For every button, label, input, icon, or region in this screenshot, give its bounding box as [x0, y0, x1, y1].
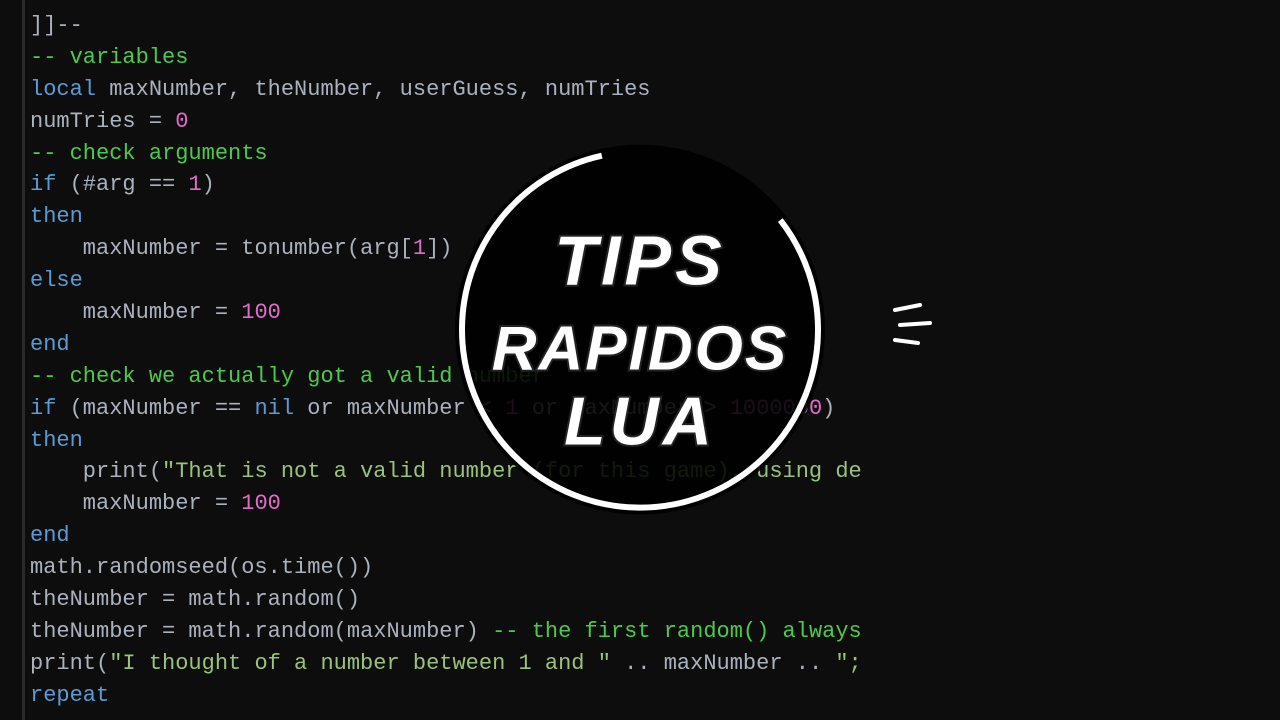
- code-token: 0: [162, 109, 188, 134]
- code-line: theNumber = math.random(maxNumber) -- th…: [30, 616, 1280, 648]
- code-token: -- variables: [30, 45, 188, 70]
- code-token: (: [56, 172, 82, 197]
- code-token: end: [30, 523, 70, 548]
- code-token: numTries: [30, 109, 149, 134]
- code-token: ]): [426, 236, 452, 261]
- code-line: theNumber = math.random(): [30, 584, 1280, 616]
- code-line: -- variables: [30, 42, 1280, 74]
- code-token: then: [30, 428, 83, 453]
- code-token: theNumber: [30, 587, 162, 612]
- code-token: ==: [136, 172, 189, 197]
- code-line: local maxNumber, theNumber, userGuess, n…: [30, 74, 1280, 106]
- code-token: 100: [228, 491, 281, 516]
- code-token: nil: [241, 396, 294, 421]
- code-token: if: [30, 172, 56, 197]
- code-token: =: [215, 300, 228, 325]
- code-token: maxNumber: [30, 491, 215, 516]
- code-token: #arg: [83, 172, 136, 197]
- code-token: (maxNumber: [56, 396, 214, 421]
- code-token: repeat: [30, 683, 109, 708]
- code-token: =: [162, 587, 175, 612]
- code-token: maxNumber: [30, 236, 215, 261]
- svg-text:LUA: LUA: [564, 384, 716, 460]
- code-token: .. maxNumber ..: [611, 651, 835, 676]
- code-token: maxNumber, theNumber, userGuess, numTrie…: [96, 77, 651, 102]
- code-token: print(: [30, 459, 162, 484]
- code-line: math.randomseed(os.time()): [30, 552, 1280, 584]
- code-token: 100: [228, 300, 281, 325]
- code-token: -- check arguments: [30, 141, 268, 166]
- code-token: -- check we actually: [30, 364, 307, 389]
- code-token: =: [162, 619, 175, 644]
- code-token: -- the first random() always: [492, 619, 862, 644]
- code-token: math.randomseed(os.time()): [30, 555, 373, 580]
- code-editor: ]]-- -- variables local maxNumber, theNumb…: [0, 0, 1280, 720]
- code-token: maxNumber: [30, 300, 215, 325]
- code-token: ";: [835, 651, 861, 676]
- code-token: =: [215, 236, 228, 261]
- code-token: print(: [30, 651, 109, 676]
- code-token: else: [30, 268, 83, 293]
- svg-text:TIPS: TIPS: [554, 222, 726, 300]
- code-token: end: [30, 332, 70, 357]
- code-line: ]]--: [30, 10, 1280, 42]
- code-line: end: [30, 520, 1280, 552]
- code-token: math.random(): [175, 587, 360, 612]
- code-token: ]]--: [30, 13, 83, 38]
- code-line: numTries = 0: [30, 106, 1280, 138]
- code-token: theNumber: [30, 619, 162, 644]
- code-token: "I thought of a number between 1 and ": [109, 651, 611, 676]
- code-line: repeat: [30, 680, 1280, 712]
- code-line: print("I thought of a number between 1 a…: [30, 648, 1280, 680]
- code-token: 1: [188, 172, 201, 197]
- code-token: ): [202, 172, 215, 197]
- shine-decoration: [890, 295, 950, 360]
- code-token: math.random(maxNumber): [175, 619, 492, 644]
- code-token: got: [307, 364, 347, 389]
- svg-text:RAPIDOS: RAPIDOS: [492, 315, 788, 384]
- code-token: =: [215, 491, 228, 516]
- code-token: tonumber(arg[: [228, 236, 413, 261]
- code-token: 1: [413, 236, 426, 261]
- gutter-line: [22, 0, 25, 720]
- logo-overlay: TIPS RAPIDOS LUA: [450, 140, 830, 520]
- code-token: then: [30, 204, 83, 229]
- code-token: =: [149, 109, 162, 134]
- code-token: ==: [215, 396, 241, 421]
- code-token: if: [30, 396, 56, 421]
- code-token: local: [30, 77, 96, 102]
